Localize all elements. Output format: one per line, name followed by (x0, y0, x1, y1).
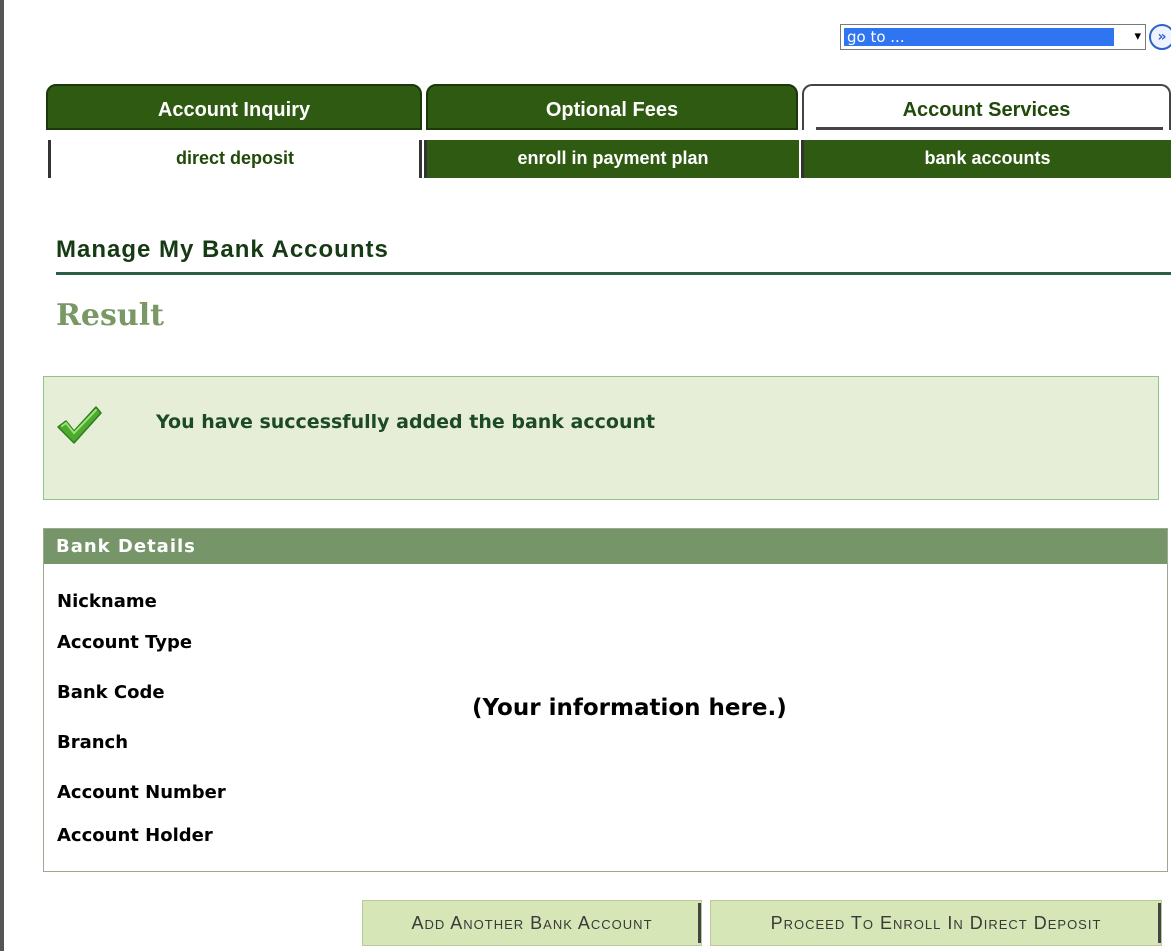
main-tabs: Account Inquiry Optional Fees Account Se… (46, 84, 1171, 132)
button-label: Add Another Bank Account (411, 913, 653, 933)
subtab-label: enroll in payment plan (517, 148, 709, 168)
bank-details-panel: Bank Details Nickname Account Type Bank … (43, 528, 1168, 872)
chevron-down-icon[interactable]: ▾ (1134, 27, 1141, 47)
goto-select-value[interactable]: go to ... (844, 28, 1114, 46)
tab-optional-fees[interactable]: Optional Fees (426, 84, 798, 130)
tab-account-services[interactable]: Account Services (802, 84, 1171, 130)
tab-label: Account Inquiry (157, 99, 311, 121)
page-title: Manage My Bank Accounts (56, 236, 389, 263)
subtab-enroll-payment-plan[interactable]: enroll in payment plan (424, 140, 799, 178)
field-label-account-type: Account Type (57, 632, 193, 653)
check-icon (57, 406, 102, 444)
tab-account-inquiry[interactable]: Account Inquiry (46, 84, 422, 130)
success-message-box: You have successfully added the bank acc… (43, 376, 1159, 500)
field-label-account-holder: Account Holder (57, 825, 213, 846)
page: go to ... ▾ » Account Inquiry Optional F… (0, 0, 1171, 951)
result-title: Result (56, 298, 164, 333)
info-placeholder-note: (Your information here.) (472, 695, 787, 721)
heading-divider (56, 272, 1171, 275)
tab-underline (816, 127, 1163, 130)
subtab-direct-deposit[interactable]: direct deposit (48, 140, 422, 178)
sub-tabs: direct deposit enroll in payment plan ba… (46, 140, 1171, 180)
success-text: You have successfully added the bank acc… (156, 411, 656, 433)
subtab-label: direct deposit (175, 148, 295, 168)
field-label-bank-code: Bank Code (57, 682, 165, 703)
left-border (0, 0, 4, 951)
goto-select[interactable]: go to ... ▾ (840, 24, 1146, 50)
tab-label: Optional Fees (545, 99, 679, 121)
field-label-nickname: Nickname (57, 591, 157, 612)
field-label-branch: Branch (57, 732, 129, 753)
proceed-enroll-direct-deposit-button[interactable]: Proceed To Enroll In Direct Deposit (710, 900, 1162, 946)
field-label-account-number: Account Number (57, 782, 226, 803)
button-edge (1158, 903, 1161, 943)
subtab-label: bank accounts (924, 148, 1051, 168)
tab-label: Account Services (902, 99, 1071, 121)
add-another-bank-account-button[interactable]: Add Another Bank Account (362, 900, 702, 946)
bank-details-header: Bank Details (44, 529, 1167, 564)
button-edge (698, 903, 701, 943)
button-label: Proceed To Enroll In Direct Deposit (770, 913, 1102, 933)
subtab-bank-accounts[interactable]: bank accounts (801, 140, 1171, 178)
goto-go-icon[interactable]: » (1149, 24, 1171, 50)
